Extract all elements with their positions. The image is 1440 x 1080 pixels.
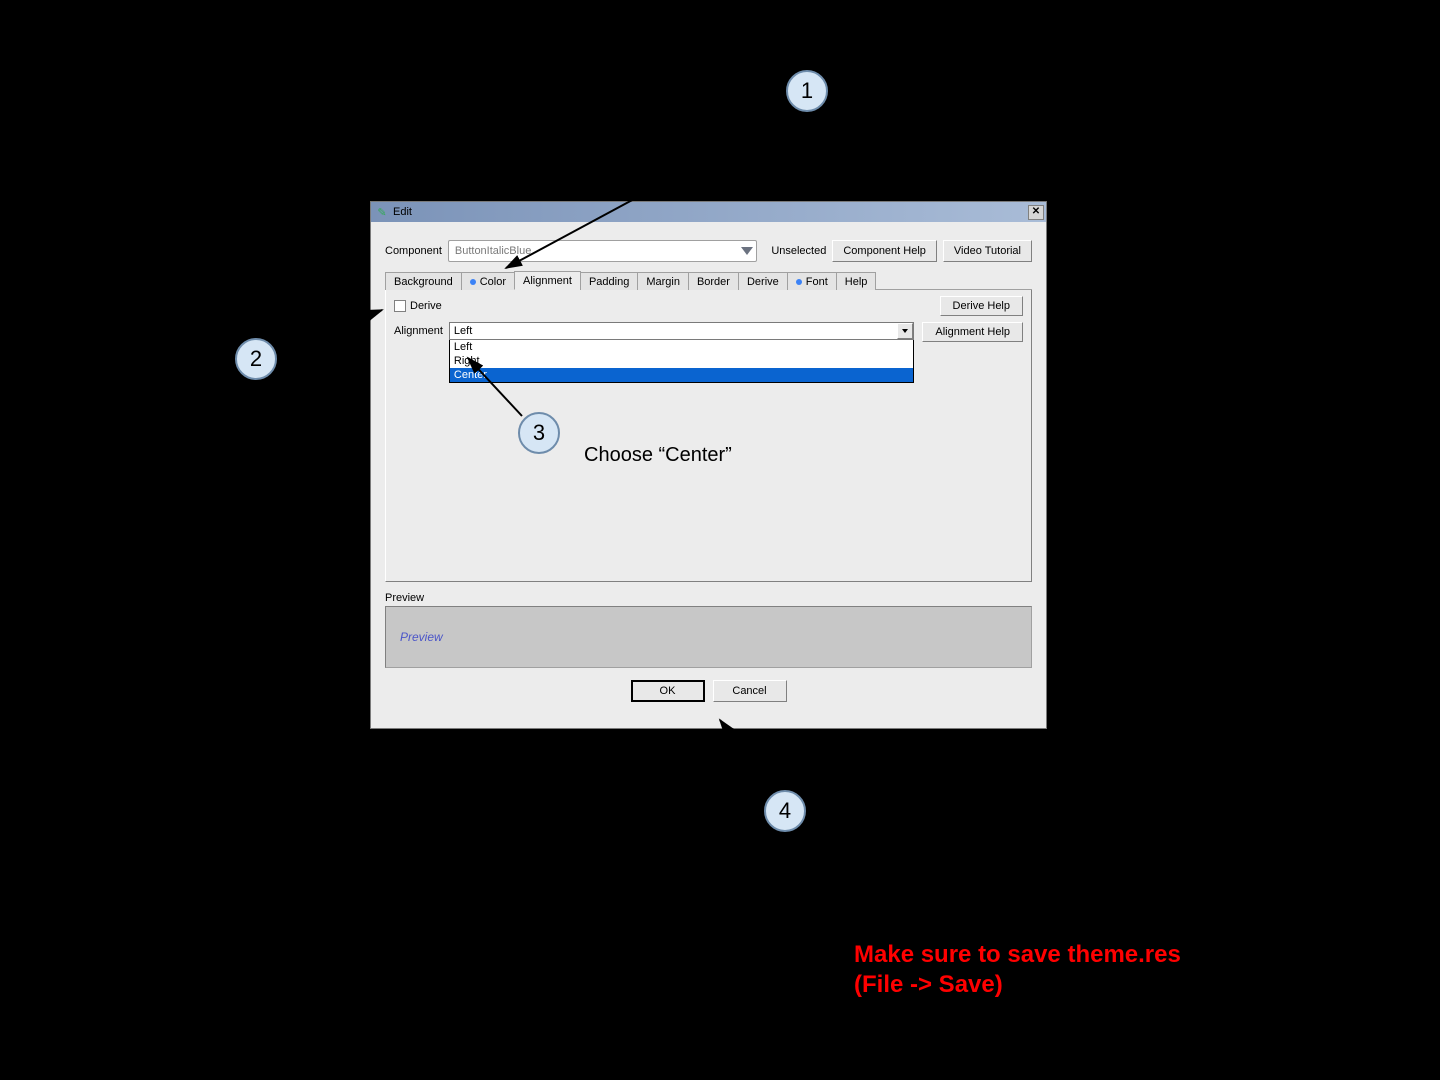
component-row: Component ButtonItalicBlue Unselected Co… (385, 240, 1032, 262)
tab-label: Derive (747, 276, 779, 288)
close-icon: ✕ (1032, 207, 1040, 217)
video-tutorial-button[interactable]: Video Tutorial (943, 240, 1032, 262)
tab-border[interactable]: Border (688, 272, 739, 290)
tab-label: Alignment (523, 275, 572, 287)
component-label: Component (385, 245, 442, 257)
tab-label: Padding (589, 276, 629, 288)
tab-margin[interactable]: Margin (637, 272, 689, 290)
ok-button[interactable]: OK (631, 680, 705, 702)
dialog-button-row: OK Cancel (385, 680, 1032, 702)
tab-strip: Background Color Alignment Padding Margin Bor… (385, 270, 1032, 290)
tab-label: Border (697, 276, 730, 288)
callout-1: 1 (786, 70, 828, 112)
callout-4-text: Press "OK" (822, 800, 922, 823)
app-icon: ✎ (375, 205, 389, 219)
modified-dot-icon (470, 279, 476, 285)
tab-label: Help (845, 276, 868, 288)
tab-background[interactable]: Background (385, 272, 462, 290)
chevron-down-icon (741, 247, 753, 255)
derive-label: Derive (410, 300, 442, 312)
cancel-button[interactable]: Cancel (713, 680, 787, 702)
tab-alignment[interactable]: Alignment (514, 271, 581, 290)
preview-box: Preview (385, 606, 1032, 668)
callout-2: 2 (235, 338, 277, 380)
component-dropdown[interactable]: ButtonItalicBlue (448, 240, 757, 262)
callout-2-text: Uncheck derive (132, 394, 270, 417)
callout-1-text: Go to "Alignment" tab (846, 80, 1037, 103)
alignment-option-list: LeftRightCenter (449, 340, 914, 383)
close-button[interactable]: ✕ (1028, 205, 1044, 220)
component-help-button[interactable]: Component Help (832, 240, 937, 262)
component-value: ButtonItalicBlue (455, 245, 531, 257)
tab-help[interactable]: Help (836, 272, 877, 290)
alignment-help-button[interactable]: Alignment Help (922, 322, 1023, 342)
chevron-down-icon (897, 323, 913, 339)
alignment-option-right[interactable]: Right (450, 354, 913, 368)
tab-font[interactable]: Font (787, 272, 837, 290)
callout-3: 3 (518, 412, 560, 454)
derive-row: Derive Derive Help (394, 296, 1023, 316)
tab-label: Background (394, 276, 453, 288)
save-warning: Make sure to save theme.res (File -> Sav… (854, 940, 1181, 1000)
alignment-current-value: Left (454, 325, 472, 337)
tab-label: Color (480, 276, 506, 288)
alignment-label: Alignment (394, 322, 443, 340)
unselected-label: Unselected (771, 245, 826, 257)
derive-help-button[interactable]: Derive Help (940, 296, 1023, 316)
tab-color[interactable]: Color (461, 272, 515, 290)
tab-label: Margin (646, 276, 680, 288)
tab-label: Font (806, 276, 828, 288)
alignment-dropdown[interactable]: Left (449, 322, 914, 340)
derive-checkbox[interactable] (394, 300, 406, 312)
dialog-body: Component ButtonItalicBlue Unselected Co… (371, 222, 1046, 712)
alignment-panel: Derive Derive Help Alignment Left LeftRi… (385, 290, 1032, 582)
dialog-title: Edit (393, 206, 412, 218)
tab-derive[interactable]: Derive (738, 272, 788, 290)
alignment-row: Alignment Left LeftRightCenter Alignment… (394, 322, 1023, 383)
preview-section-label: Preview (385, 592, 1032, 604)
alignment-dropdown-wrap: Left LeftRightCenter (449, 322, 914, 383)
preview-text: Preview (400, 630, 443, 644)
callout-4: 4 (764, 790, 806, 832)
callout-3-text: Choose “Center” (584, 444, 732, 467)
alignment-option-center[interactable]: Center (450, 368, 913, 382)
tab-padding[interactable]: Padding (580, 272, 638, 290)
alignment-option-left[interactable]: Left (450, 340, 913, 354)
title-bar: ✎ Edit ✕ (371, 202, 1046, 222)
modified-dot-icon (796, 279, 802, 285)
